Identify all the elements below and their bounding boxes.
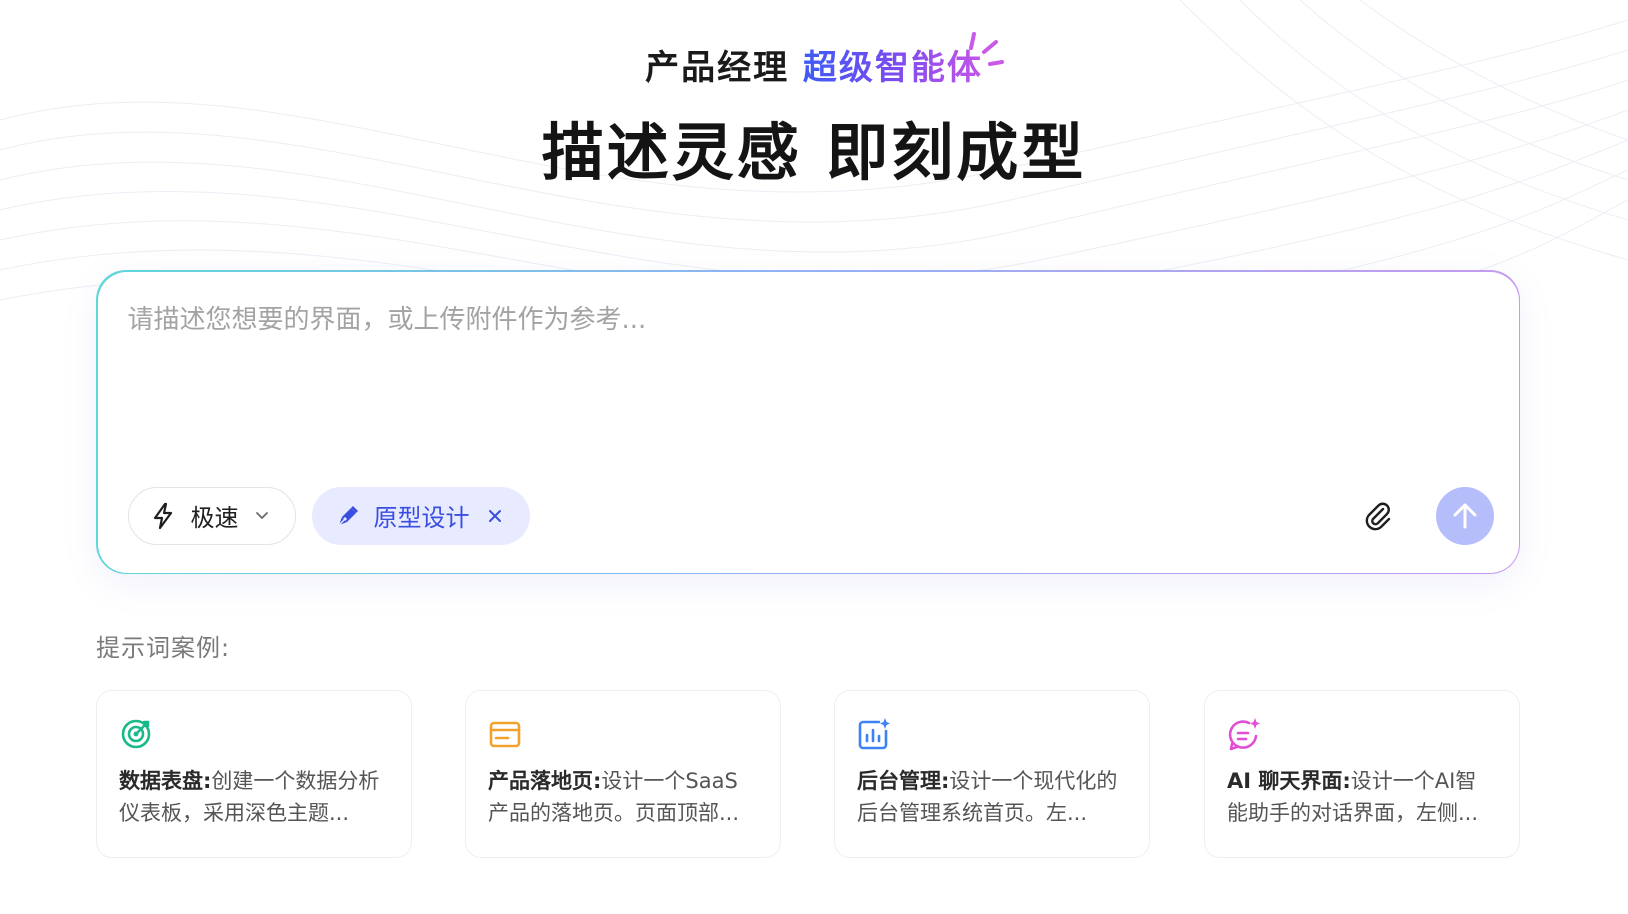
- close-icon: [488, 509, 501, 522]
- prompt-composer: 极速 原型设计: [96, 270, 1520, 574]
- examples-label: 提示词案例:: [96, 634, 231, 662]
- send-button[interactable]: [1435, 486, 1494, 545]
- mode-chip-prototype[interactable]: 原型设计: [311, 486, 530, 545]
- speed-select-value: 极速: [190, 504, 239, 532]
- mode-chip-label: 原型设计: [373, 504, 470, 532]
- bar-chart-sparkle-icon: [858, 718, 890, 750]
- prompt-input[interactable]: [127, 301, 1488, 422]
- example-card-admin[interactable]: 后台管理:设计一个现代化的后台管理系统首页。左...: [834, 690, 1150, 858]
- hero-subtitle-highlight: 超级智能体: [802, 48, 983, 88]
- sparkle-accent-icon: [969, 32, 1004, 66]
- page: 产品经理 超级智能体 描述灵感 即刻成型 极速: [0, 0, 1628, 914]
- paperclip-icon: [1365, 502, 1390, 530]
- prompt-composer-inner: 极速 原型设计: [97, 271, 1519, 573]
- example-card-text: 产品落地页:设计一个SaaS产品的落地页。页面顶部...: [488, 765, 758, 829]
- chat-bubble-sparkle-icon: [1228, 718, 1260, 751]
- example-card-landing-page[interactable]: 产品落地页:设计一个SaaS产品的落地页。页面顶部...: [465, 690, 781, 858]
- example-cards: 数据表盘:创建一个数据分析仪表板，采用深色主题... 产品落地页:设计一个Saa…: [96, 690, 1520, 860]
- hero-subtitle-plain: 产品经理: [645, 48, 790, 88]
- chevron-down-icon: [255, 511, 268, 519]
- example-card-title: AI 聊天界面:: [1227, 769, 1351, 793]
- speed-select[interactable]: 极速: [127, 486, 296, 545]
- pen-icon: [338, 505, 358, 525]
- hero-title: 描述灵感 即刻成型: [541, 116, 1087, 189]
- example-card-ai-chat[interactable]: AI 聊天界面:设计一个AI智能助手的对话界面，左侧...: [1204, 690, 1520, 858]
- example-card-text: 数据表盘:创建一个数据分析仪表板，采用深色主题...: [119, 765, 389, 829]
- lightning-icon: [153, 502, 172, 529]
- hero-subtitle: 产品经理 超级智能体: [0, 44, 1628, 92]
- example-card-title: 后台管理:: [857, 769, 950, 793]
- attach-file-button[interactable]: [1360, 498, 1396, 534]
- example-card-title: 数据表盘:: [119, 769, 212, 793]
- example-card-dashboard[interactable]: 数据表盘:创建一个数据分析仪表板，采用深色主题...: [96, 690, 412, 858]
- mode-chip-remove-button[interactable]: [488, 509, 502, 523]
- dashboard-gauge-icon: [121, 719, 151, 749]
- example-card-text: AI 聊天界面:设计一个AI智能助手的对话界面，左侧...: [1227, 765, 1497, 829]
- browser-window-icon: [489, 721, 521, 748]
- arrow-up-icon: [1453, 503, 1476, 528]
- example-card-title: 产品落地页:: [488, 769, 602, 793]
- example-card-text: 后台管理:设计一个现代化的后台管理系统首页。左...: [857, 765, 1127, 829]
